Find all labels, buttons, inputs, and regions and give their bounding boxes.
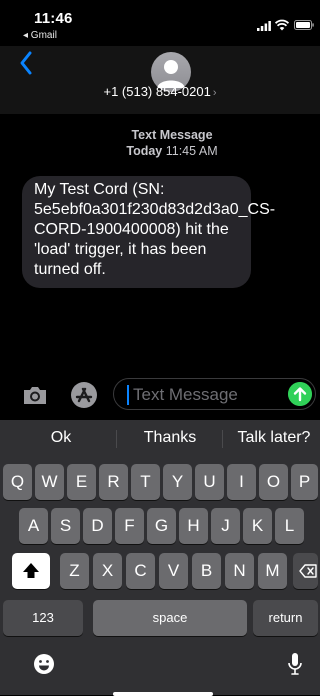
backspace-icon bbox=[299, 564, 317, 578]
key-i[interactable]: I bbox=[227, 464, 256, 500]
suggestion-thanks[interactable]: Thanks bbox=[125, 429, 215, 447]
key-p[interactable]: P bbox=[291, 464, 318, 500]
predictive-bar: Ok Thanks Talk later? bbox=[0, 420, 320, 458]
numbers-key[interactable]: 123 bbox=[3, 600, 83, 636]
chevron-right-icon: › bbox=[212, 87, 217, 99]
message-timestamp: Today 11:45 AM bbox=[0, 144, 320, 159]
suggestion-divider bbox=[222, 430, 223, 448]
suggestion-divider bbox=[116, 430, 117, 448]
shift-key[interactable] bbox=[12, 553, 50, 589]
suggestion-talk-later[interactable]: Talk later? bbox=[228, 429, 320, 447]
suggestion-ok[interactable]: Ok bbox=[36, 429, 86, 447]
key-m[interactable]: M bbox=[258, 553, 287, 589]
text-cursor bbox=[127, 385, 129, 405]
back-to-app-link[interactable]: ◂ Gmail bbox=[23, 30, 57, 41]
key-w[interactable]: W bbox=[35, 464, 64, 500]
key-g[interactable]: G bbox=[147, 508, 176, 544]
key-z[interactable]: Z bbox=[60, 553, 89, 589]
return-key[interactable]: return bbox=[253, 600, 318, 636]
key-s[interactable]: S bbox=[51, 508, 80, 544]
emoji-icon[interactable] bbox=[33, 653, 55, 675]
key-x[interactable]: X bbox=[93, 553, 122, 589]
app-store-icon[interactable] bbox=[70, 381, 98, 409]
back-chevron-icon[interactable] bbox=[18, 50, 34, 76]
camera-icon[interactable] bbox=[22, 384, 48, 406]
key-v[interactable]: V bbox=[159, 553, 188, 589]
key-k[interactable]: K bbox=[243, 508, 272, 544]
key-e[interactable]: E bbox=[67, 464, 96, 500]
message-composer: Text Message bbox=[0, 372, 320, 417]
key-f[interactable]: F bbox=[115, 508, 144, 544]
status-time: 11:46 bbox=[34, 10, 73, 27]
battery-icon bbox=[294, 20, 314, 30]
message-day: Today bbox=[126, 144, 163, 158]
key-o[interactable]: O bbox=[259, 464, 288, 500]
send-arrow-icon[interactable] bbox=[288, 382, 312, 406]
message-time: 11:45 AM bbox=[165, 144, 218, 158]
key-h[interactable]: H bbox=[179, 508, 208, 544]
key-q[interactable]: Q bbox=[3, 464, 32, 500]
key-y[interactable]: Y bbox=[163, 464, 192, 500]
key-r[interactable]: R bbox=[99, 464, 128, 500]
delete-key[interactable] bbox=[293, 553, 318, 589]
message-input[interactable]: Text Message bbox=[113, 378, 316, 410]
key-c[interactable]: C bbox=[126, 553, 155, 589]
keyboard: Ok Thanks Talk later? Q W E R T Y U I O … bbox=[0, 420, 320, 696]
microphone-icon[interactable] bbox=[287, 652, 303, 678]
status-bar: 11:46 ◂ Gmail bbox=[0, 0, 320, 46]
key-u[interactable]: U bbox=[195, 464, 224, 500]
key-l[interactable]: L bbox=[275, 508, 304, 544]
cellular-signal-icon bbox=[257, 21, 271, 31]
key-j[interactable]: J bbox=[211, 508, 240, 544]
key-d[interactable]: D bbox=[83, 508, 112, 544]
shift-arrow-icon bbox=[23, 563, 39, 578]
message-input-placeholder: Text Message bbox=[133, 385, 238, 404]
key-a[interactable]: A bbox=[19, 508, 48, 544]
space-key[interactable]: space bbox=[93, 600, 247, 636]
contact-number: +1 (513) 854-0201 bbox=[103, 84, 211, 99]
message-service-label: Text Message bbox=[131, 128, 213, 142]
contact-name-button[interactable]: +1 (513) 854-0201 › bbox=[0, 84, 320, 99]
key-n[interactable]: N bbox=[225, 553, 254, 589]
key-b[interactable]: B bbox=[192, 553, 221, 589]
conversation-header: +1 (513) 854-0201 › bbox=[0, 46, 320, 114]
wifi-icon bbox=[275, 19, 289, 31]
key-t[interactable]: T bbox=[131, 464, 160, 500]
home-indicator bbox=[113, 692, 213, 696]
incoming-message-bubble[interactable]: My Test Cord (SN: 5e5ebf0a301f230d83d2d3… bbox=[22, 176, 275, 288]
